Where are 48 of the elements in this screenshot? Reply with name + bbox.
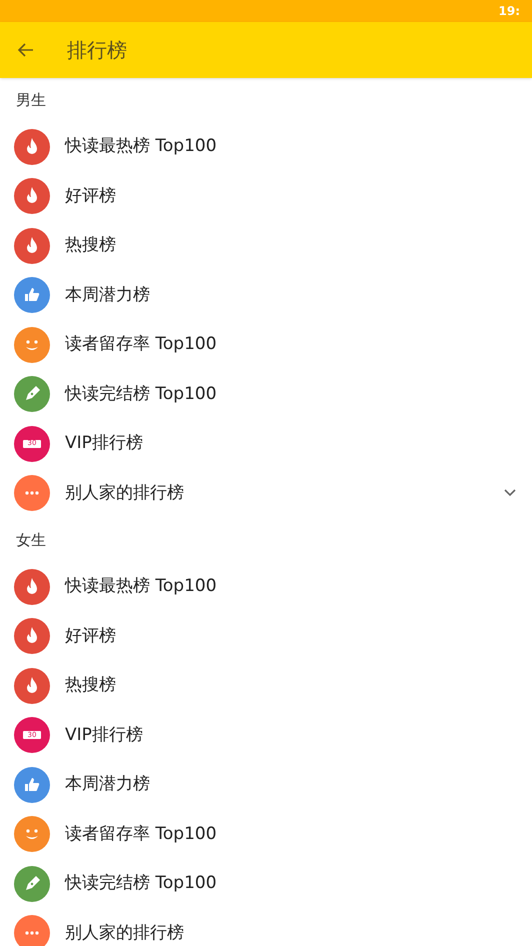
flame-icon (14, 618, 50, 654)
item-label: VIP排行榜 (65, 432, 144, 455)
ranking-list-item[interactable]: 本周潜力榜 (0, 760, 532, 810)
item-label: 本周潜力榜 (65, 773, 151, 796)
ranking-list-item[interactable]: 本周潜力榜 (0, 270, 532, 320)
ranking-list-item[interactable]: 别人家的排行榜 (0, 908, 532, 946)
status-time: 19: (498, 3, 520, 20)
item-label: 热搜榜 (65, 674, 117, 697)
more-icon (14, 475, 50, 512)
toolbar-title: 排行榜 (67, 37, 127, 64)
flame-icon (14, 668, 50, 704)
thumbs-up-icon (14, 766, 50, 803)
smiley-icon (14, 326, 50, 363)
ranking-list-item[interactable]: 别人家的排行榜 (0, 468, 532, 518)
ranking-list-item[interactable]: 快读完结榜 Top100 (0, 370, 532, 419)
pen-nib-icon (14, 376, 50, 412)
back-arrow-icon (17, 41, 35, 59)
item-label: 热搜榜 (65, 234, 117, 257)
ranking-list-item[interactable]: 快读最热榜 Top100 (0, 562, 532, 612)
ranking-list-item[interactable]: 读者留存率 Top100 (0, 810, 532, 859)
ranking-list-item[interactable]: 快读最热榜 Top100 (0, 122, 532, 172)
item-label: 读者留存率 Top100 (65, 822, 218, 846)
thumbs-up-icon (14, 277, 50, 314)
item-label: 别人家的排行榜 (65, 922, 185, 944)
ranking-list-item[interactable]: 热搜榜 (0, 661, 532, 710)
item-label: 快读最热榜 Top100 (65, 575, 218, 598)
ranking-list-item[interactable]: 好评榜 (0, 172, 532, 221)
section-header: 女生 (16, 530, 46, 551)
ranking-list-item[interactable]: 热搜榜 (0, 221, 532, 270)
item-label: 快读最热榜 Top100 (65, 135, 218, 158)
flame-icon (14, 178, 50, 214)
item-label: 别人家的排行榜 (65, 482, 185, 504)
ranking-list-item[interactable]: 读者留存率 Top100 (0, 320, 532, 370)
item-label: 好评榜 (65, 184, 117, 208)
item-label: VIP排行榜 (65, 724, 144, 746)
item-label: 读者留存率 Top100 (65, 333, 218, 356)
flame-icon (14, 568, 50, 605)
flame-icon (14, 128, 50, 165)
section-header: 男生 (16, 90, 46, 111)
ranking-list-item[interactable]: 好评榜 (0, 612, 532, 661)
flame-icon (14, 228, 50, 264)
item-label: 好评榜 (65, 624, 117, 648)
ranking-list-item[interactable]: 快读完结榜 Top100 (0, 859, 532, 908)
item-label: 快读完结榜 Top100 (65, 872, 218, 895)
smiley-icon (14, 816, 50, 852)
pen-nib-icon (14, 866, 50, 902)
item-label: 快读完结榜 Top100 (65, 382, 218, 406)
item-label: 本周潜力榜 (65, 284, 151, 306)
